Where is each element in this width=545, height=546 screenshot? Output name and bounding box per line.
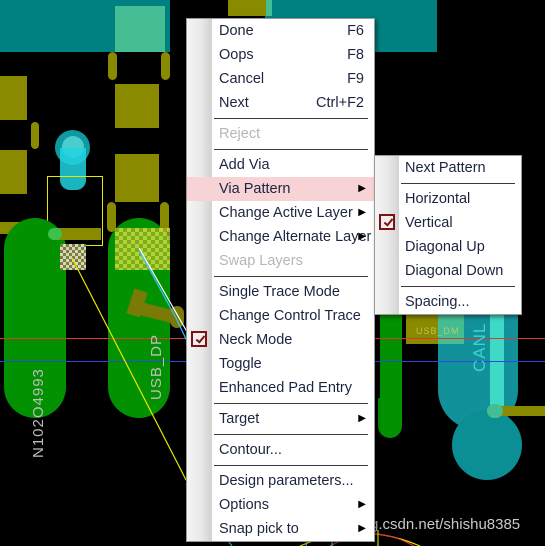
menu-separator xyxy=(214,149,368,150)
menu-item-label: Diagonal Up xyxy=(405,239,485,255)
menu-item-label: Enhanced Pad Entry xyxy=(219,380,353,396)
chevron-right-icon: ▶ xyxy=(358,499,366,510)
menu-item-label: Options xyxy=(219,497,269,513)
menu-item-change-alternate-layer[interactable]: Change Alternate Layer ▶ xyxy=(187,225,374,249)
menu-item-label: Neck Mode xyxy=(219,332,293,348)
chevron-right-icon: ▶ xyxy=(358,231,366,242)
pad-small-green xyxy=(487,404,503,418)
net-label-3: USB_DM xyxy=(416,326,460,336)
menu-item-label: Swap Layers xyxy=(219,253,303,269)
pad-mid-1 xyxy=(115,84,159,128)
menu-item-label: Next xyxy=(219,95,249,111)
menu-item-design-parameters[interactable]: Design parameters... xyxy=(187,469,374,493)
pad-right-round xyxy=(452,410,522,480)
context-menu[interactable]: Done F6 Oops F8 Cancel F9 Next Ctrl+F2 R… xyxy=(186,18,375,542)
menu-separator xyxy=(401,286,515,287)
menu-item-label: Target xyxy=(219,411,260,427)
trace-right-stub xyxy=(500,406,545,416)
menu-item-next[interactable]: Next Ctrl+F2 xyxy=(187,91,374,115)
menu-item-add-via[interactable]: Add Via xyxy=(187,153,374,177)
menu-item-label: Horizontal xyxy=(405,191,471,207)
via-pattern-submenu[interactable]: Next Pattern Horizontal Vertical Diagona… xyxy=(374,155,522,315)
menu-item-label: Single Trace Mode xyxy=(219,284,340,300)
menu-separator xyxy=(214,118,368,119)
checkmark-icon xyxy=(191,331,207,347)
pad-top-right-strip xyxy=(115,190,159,202)
menu-separator xyxy=(214,434,368,435)
menu-item-accel: F8 xyxy=(347,47,364,63)
menu-item-contour[interactable]: Contour... xyxy=(187,438,374,462)
menu-item-swap-layers: Swap Layers xyxy=(187,249,374,273)
menu-item-label: Vertical xyxy=(405,215,453,231)
pad-round-left xyxy=(48,228,62,240)
menu-item-cancel[interactable]: Cancel F9 xyxy=(187,67,374,91)
menu-item-toggle[interactable]: Toggle xyxy=(187,352,374,376)
pin-left-small xyxy=(31,122,39,149)
menu-item-snap-pick-to[interactable]: Snap pick to ▶ xyxy=(187,517,374,541)
net-label-2: CANL xyxy=(470,322,489,372)
menu-item-reject: Reject xyxy=(187,122,374,146)
trace-top-olive-stub xyxy=(228,0,266,16)
menu-item-accel: F6 xyxy=(347,23,364,39)
submenu-item-vertical[interactable]: Vertical xyxy=(375,211,521,235)
menu-separator xyxy=(401,183,515,184)
hatched-pad-right xyxy=(115,228,170,270)
pin-2 xyxy=(161,52,170,80)
menu-item-single-trace-mode[interactable]: Single Trace Mode xyxy=(187,280,374,304)
menu-item-label: Diagonal Down xyxy=(405,263,504,279)
menu-item-label: Change Active Layer xyxy=(219,205,353,221)
net-label-0: N102O4993 xyxy=(30,368,47,458)
menu-item-done[interactable]: Done F6 xyxy=(187,19,374,43)
menu-item-change-active-layer[interactable]: Change Active Layer ▶ xyxy=(187,201,374,225)
menu-item-via-pattern[interactable]: Via Pattern ▶ xyxy=(187,177,374,201)
chevron-right-icon: ▶ xyxy=(358,207,366,218)
submenu-item-horizontal[interactable]: Horizontal xyxy=(375,187,521,211)
pad-left-1 xyxy=(0,76,27,120)
menu-item-label: Change Control Trace xyxy=(219,308,361,324)
menu-item-target[interactable]: Target ▶ xyxy=(187,407,374,431)
menu-item-label: Snap pick to xyxy=(219,521,299,537)
pin-1 xyxy=(108,52,117,80)
hatched-pad-left xyxy=(60,244,86,270)
menu-item-label: Reject xyxy=(219,126,261,142)
menu-item-label: Spacing... xyxy=(405,294,470,310)
submenu-item-diagonal-up[interactable]: Diagonal Up xyxy=(375,235,521,259)
checkmark-icon xyxy=(379,214,395,230)
net-body-bottom-right xyxy=(378,398,402,438)
menu-separator xyxy=(214,276,368,277)
menu-separator xyxy=(214,403,368,404)
submenu-item-next-pattern[interactable]: Next Pattern xyxy=(375,156,521,180)
menu-item-change-control-trace[interactable]: Change Control Trace xyxy=(187,304,374,328)
menu-item-label: Contour... xyxy=(219,442,282,458)
menu-item-label: Add Via xyxy=(219,157,270,173)
menu-item-label: Via Pattern xyxy=(219,181,291,197)
menu-item-label: Done xyxy=(219,23,254,39)
menu-item-label: Next Pattern xyxy=(405,160,486,176)
menu-separator xyxy=(214,465,368,466)
menu-item-accel: F9 xyxy=(347,71,364,87)
trace-top-green-stub xyxy=(266,0,272,16)
chevron-right-icon: ▶ xyxy=(358,183,366,194)
submenu-item-diagonal-down[interactable]: Diagonal Down xyxy=(375,259,521,283)
menu-item-label: Toggle xyxy=(219,356,262,372)
menu-item-label: Change Alternate Layer xyxy=(219,229,372,245)
menu-item-label: Cancel xyxy=(219,71,265,87)
menu-item-accel: Ctrl+F2 xyxy=(316,95,364,111)
trace-elbow-end xyxy=(170,306,184,328)
menu-item-enhanced-pad-entry[interactable]: Enhanced Pad Entry xyxy=(187,376,374,400)
submenu-item-spacing[interactable]: Spacing... xyxy=(375,290,521,314)
chevron-right-icon: ▶ xyxy=(358,413,366,424)
chevron-right-icon: ▶ xyxy=(358,523,366,534)
menu-item-oops[interactable]: Oops F8 xyxy=(187,43,374,67)
copper-pad-top-green xyxy=(115,6,165,52)
menu-item-neck-mode[interactable]: Neck Mode xyxy=(187,328,374,352)
menu-item-options[interactable]: Options ▶ xyxy=(187,493,374,517)
menu-item-label: Design parameters... xyxy=(219,473,354,489)
net-label-1: USB_DP xyxy=(148,333,165,400)
pad-left-2 xyxy=(0,150,27,194)
menu-item-label: Oops xyxy=(219,47,254,63)
